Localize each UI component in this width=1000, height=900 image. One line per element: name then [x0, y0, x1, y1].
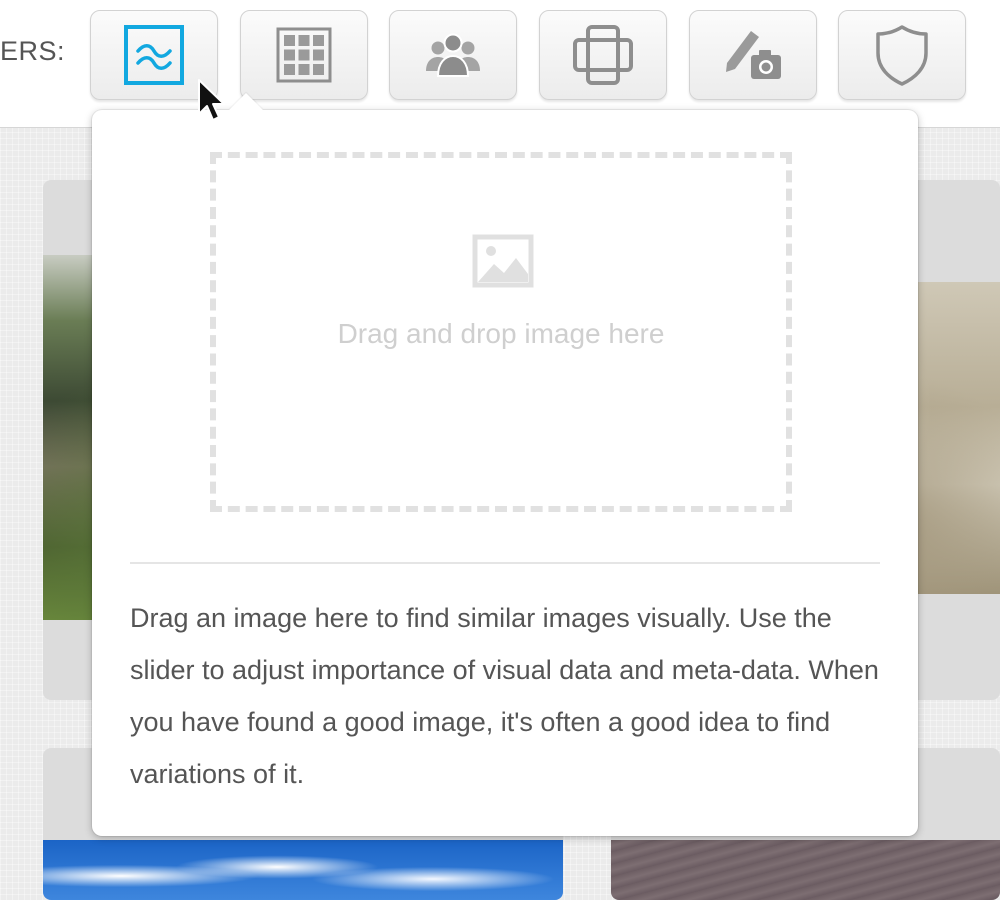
divider	[130, 562, 880, 564]
dropzone-text: Drag and drop image here	[337, 318, 665, 349]
filters-label: ERS:	[0, 36, 66, 66]
mouse-cursor-icon	[198, 79, 225, 121]
grid-layout-button[interactable]	[240, 10, 368, 100]
filter-toolbar: ERS:	[0, 0, 1000, 128]
visual-search-popover: Drag and drop image here Drag an image h…	[92, 93, 918, 836]
result-thumbnail[interactable]	[611, 840, 1000, 900]
pen-camera-icon	[726, 31, 781, 79]
result-thumbnail[interactable]	[43, 840, 563, 900]
shield-icon	[876, 25, 928, 86]
people-icon	[426, 33, 480, 77]
safe-search-button[interactable]	[838, 10, 966, 100]
orientation-filter-button[interactable]	[539, 10, 667, 100]
visual-similarity-icon	[124, 25, 184, 85]
people-filter-button[interactable]	[389, 10, 517, 100]
illustration-photo-button[interactable]	[689, 10, 817, 100]
image-placeholder-icon	[472, 234, 534, 288]
frame-orientation-icon	[573, 25, 633, 85]
grid-layout-icon	[276, 27, 332, 83]
image-dropzone[interactable]: Drag and drop image here	[210, 152, 792, 512]
help-text: Drag an image here to find similar image…	[130, 603, 879, 789]
